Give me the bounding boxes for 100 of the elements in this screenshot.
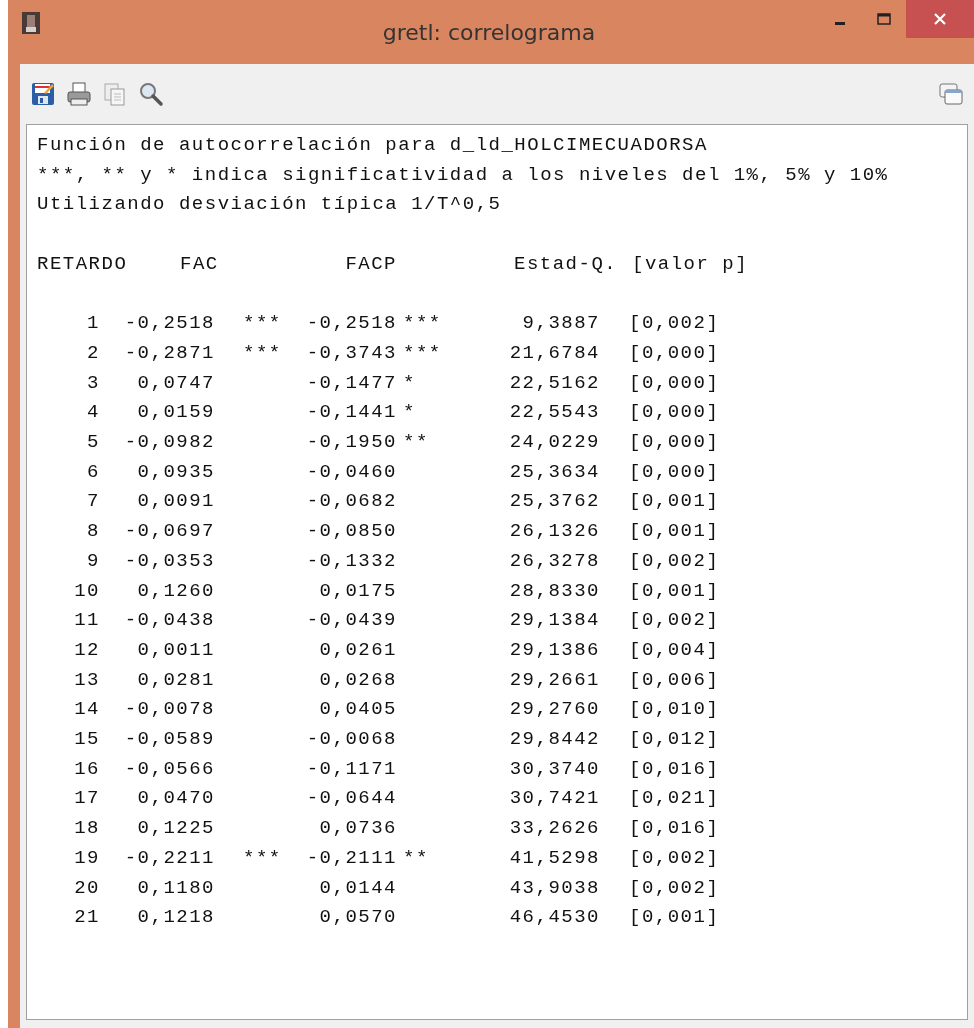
- facp-value: 0,0570: [319, 906, 397, 929]
- q-stat-value: 9,3887: [522, 312, 600, 335]
- p-value: [0,001]: [629, 906, 720, 929]
- significance-stars: **: [403, 431, 429, 453]
- facp-value: -0,0439: [306, 609, 397, 632]
- q-stat-value: 24,0229: [509, 431, 600, 453]
- q-stat-value: 26,3278: [509, 549, 600, 572]
- facp-value: -0,3743: [306, 341, 397, 364]
- significance-stars: ***: [243, 846, 282, 869]
- lag-value: 10: [74, 579, 100, 602]
- q-stat-value: 41,5298: [509, 846, 600, 869]
- fac-value: -0,2871: [124, 341, 215, 364]
- p-value: [0,000]: [629, 460, 720, 483]
- fac-value: -0,0438: [124, 609, 215, 632]
- p-value: [0,016]: [629, 757, 720, 780]
- lag-value: 3: [87, 371, 100, 394]
- text-line: ***, ** y * indica significatividad a los niveles del 1%, 5% y 10%: [37, 162, 890, 188]
- p-value: [0,000]: [629, 371, 720, 394]
- lag-value: 2: [87, 341, 100, 364]
- p-value: [0,002]: [629, 609, 720, 632]
- q-stat-value: 28,8330: [509, 579, 600, 602]
- column-header: [valor p]: [632, 251, 750, 277]
- p-value: [0,002]: [629, 876, 720, 899]
- lag-value: 15: [74, 728, 100, 751]
- q-stat-value: 21,6784: [509, 341, 600, 364]
- facp-value: 0,0736: [319, 817, 397, 840]
- p-value: [0,006]: [629, 668, 720, 691]
- q-stat-value: 33,2626: [509, 817, 600, 840]
- facp-value: -0,0068: [306, 728, 397, 751]
- lag-value: 13: [74, 668, 100, 691]
- fac-value: -0,0697: [124, 520, 215, 543]
- q-stat-value: 29,1384: [509, 609, 600, 632]
- significance-stars: *: [403, 401, 416, 424]
- q-stat-value: 29,1386: [509, 638, 600, 661]
- minimize-icon: [835, 21, 845, 25]
- lag-value: 20: [74, 876, 100, 899]
- facp-value: 0,0144: [319, 876, 397, 899]
- lag-value: 4: [87, 401, 100, 424]
- facp-value: 0,0405: [319, 698, 397, 721]
- column-header: FACP: [344, 251, 397, 277]
- facp-value: -0,2111: [306, 846, 397, 869]
- lag-value: 12: [74, 638, 100, 661]
- q-stat-value: 22,5543: [509, 401, 600, 424]
- column-header: FAC: [180, 251, 215, 277]
- q-stat-value: 25,3762: [509, 490, 600, 513]
- facp-value: -0,1950: [306, 431, 397, 453]
- significance-stars: ***: [243, 341, 282, 364]
- facp-value: 0,0261: [319, 638, 397, 661]
- lag-value: 16: [74, 757, 100, 780]
- p-value: [0,000]: [629, 401, 720, 424]
- significance-stars: ***: [403, 341, 442, 364]
- p-value: [0,001]: [629, 579, 720, 602]
- facp-value: 0,0175: [319, 579, 397, 602]
- facp-value: -0,1441: [306, 401, 397, 424]
- close-icon: [933, 12, 947, 26]
- close-button[interactable]: [906, 0, 974, 38]
- windows-icon[interactable]: [938, 81, 964, 107]
- fac-value: -0,2211: [124, 846, 215, 869]
- p-value: [0,016]: [629, 817, 720, 840]
- significance-stars: **: [403, 846, 429, 869]
- lag-value: 8: [87, 520, 100, 543]
- fac-value: 0,0935: [137, 460, 215, 483]
- q-stat-value: 46,4530: [509, 906, 600, 929]
- fac-value: -0,2518: [124, 312, 215, 335]
- search-icon[interactable]: [138, 81, 164, 107]
- significance-stars: ***: [403, 312, 442, 335]
- facp-value: -0,1332: [306, 549, 397, 572]
- p-value: [0,012]: [629, 728, 720, 751]
- p-value: [0,021]: [629, 787, 720, 810]
- lag-value: 1: [87, 312, 100, 335]
- save-icon[interactable]: [30, 81, 56, 107]
- lag-value: 19: [74, 846, 100, 869]
- q-stat-value: 26,1326: [509, 520, 600, 543]
- fac-value: 0,0011: [137, 638, 215, 661]
- q-stat-value: 43,9038: [509, 876, 600, 899]
- lag-value: 14: [74, 698, 100, 721]
- fac-value: -0,0353: [124, 549, 215, 572]
- significance-stars: *: [403, 371, 416, 394]
- lag-value: 6: [87, 460, 100, 483]
- facp-value: -0,0850: [306, 520, 397, 543]
- fac-value: 0,0470: [137, 787, 215, 810]
- column-header: RETARDO: [37, 251, 129, 277]
- fac-value: 0,0159: [137, 401, 215, 424]
- q-stat-value: 25,3634: [509, 460, 600, 483]
- fac-value: 0,1180: [137, 876, 215, 899]
- fac-value: 0,0747: [137, 371, 215, 394]
- facp-value: -0,1171: [306, 757, 397, 780]
- p-value: [0,002]: [629, 312, 720, 335]
- print-icon[interactable]: [66, 81, 92, 107]
- facp-value: -0,2518: [306, 312, 397, 335]
- p-value: [0,002]: [629, 846, 720, 869]
- facp-value: -0,1477: [306, 371, 397, 394]
- fac-value: 0,1260: [137, 579, 215, 602]
- lag-value: 9: [87, 549, 100, 572]
- q-stat-value: 22,5162: [509, 371, 600, 394]
- facp-value: -0,0460: [306, 460, 397, 483]
- facp-value: -0,0682: [306, 490, 397, 513]
- fac-value: -0,0589: [124, 728, 215, 751]
- fac-value: -0,0982: [124, 431, 215, 453]
- maximize-icon: [877, 13, 891, 25]
